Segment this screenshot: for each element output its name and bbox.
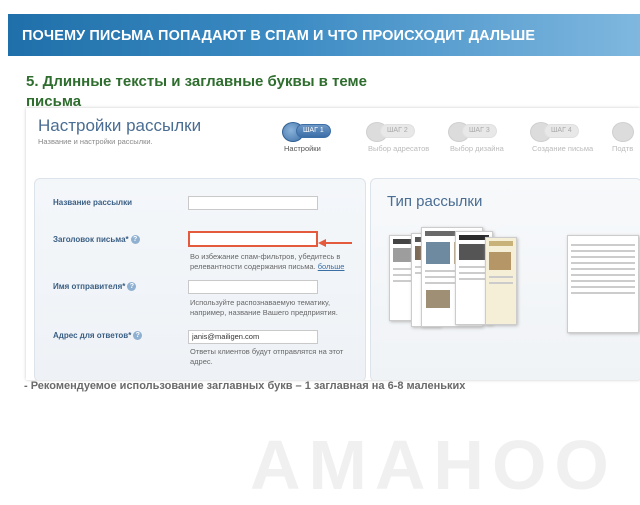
subject-hint: Во избежание спам-фильтров, убедитесь в …: [190, 252, 345, 271]
campaign-name-input[interactable]: [188, 196, 318, 210]
settings-title: Настройки рассылки: [38, 116, 202, 135]
template-thumbnail[interactable]: [485, 237, 517, 325]
background-watermark: AMAHOO: [250, 426, 617, 504]
campaign-name-label: Название рассылки: [53, 198, 133, 207]
step-3-pill: ШАГ 3: [462, 124, 497, 138]
step-1-pill: ШАГ 1: [296, 124, 331, 138]
mailing-type-panel: Тип рассылки: [370, 178, 640, 380]
step-5[interactable]: Подтв: [612, 114, 640, 160]
reply-to-hint: Ответы клиентов будут отправлятся на это…: [190, 347, 344, 366]
subject-label: Заголовок письма*?: [53, 235, 140, 245]
template-thumbnail[interactable]: [567, 235, 639, 333]
sender-hint: Используйте распознаваемую тематику, нап…: [190, 298, 338, 317]
step-1-label: Настройки: [284, 144, 321, 153]
help-icon[interactable]: ?: [133, 331, 143, 341]
step-4-pill: ШАГ 4: [544, 124, 579, 138]
footnote-text: - Рекомендуемое использование заглавных …: [24, 380, 466, 392]
sender-label: Имя отправителя*?: [53, 282, 137, 292]
mailing-type-title: Тип рассылки: [387, 193, 483, 210]
reply-to-label: Адрес для ответов*?: [53, 331, 143, 341]
slide-subtitle: 5. Длинные тексты и заглавные буквы в те…: [26, 73, 367, 110]
step-2[interactable]: ШАГ 2 Выбор адресатов: [366, 114, 436, 160]
header-title: ПОЧЕМУ ПИСЬМА ПОПАДАЮТ В СПАМ И ЧТО ПРОИ…: [22, 28, 536, 44]
step-5-label: Подтв: [612, 144, 634, 153]
slide-header: ПОЧЕМУ ПИСЬМА ПОПАДАЮТ В СПАМ И ЧТО ПРОИ…: [0, 0, 640, 110]
step-3[interactable]: ШАГ 3 Выбор дизайна: [448, 114, 518, 160]
subject-input[interactable]: [188, 231, 318, 247]
step-2-label: Выбор адресатов: [368, 144, 430, 153]
more-link[interactable]: больше: [318, 262, 345, 271]
embedded-screenshot: Настройки рассылки Название и настройки …: [26, 108, 640, 380]
settings-form-panel: Название рассылки Заголовок письма*? Во …: [34, 178, 366, 380]
wizard-steps: ШАГ 1 Настройки ШАГ 2 Выбор адресатов ША…: [282, 114, 640, 160]
step-4-label: Создание письма: [532, 144, 594, 153]
confirm-icon: [612, 122, 634, 142]
sender-input[interactable]: [188, 280, 318, 294]
step-1[interactable]: ШАГ 1 Настройки: [282, 114, 352, 160]
step-2-pill: ШАГ 2: [380, 124, 415, 138]
help-icon[interactable]: ?: [127, 282, 137, 292]
help-icon[interactable]: ?: [130, 235, 140, 245]
reply-to-input[interactable]: [188, 330, 318, 344]
arrow-left-icon: [318, 239, 352, 247]
step-3-label: Выбор дизайна: [450, 144, 504, 153]
step-4[interactable]: ШАГ 4 Создание письма: [530, 114, 600, 160]
settings-subtitle: Название и настройки рассылки.: [38, 137, 153, 146]
